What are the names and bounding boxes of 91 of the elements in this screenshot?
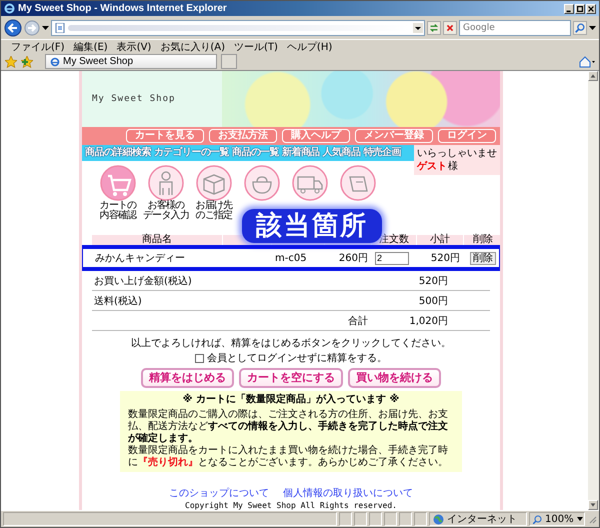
nav-button[interactable]: 購入ヘルプ xyxy=(282,129,350,143)
back-icon[interactable] xyxy=(4,18,22,36)
summary-value: 520円 xyxy=(418,274,448,288)
step-label: のご指定 xyxy=(196,211,232,221)
scroll-bar[interactable] xyxy=(588,71,599,510)
menu-item[interactable]: お気に入り(A) xyxy=(160,40,225,54)
window-title: My Sweet Shop - Windows Internet Explorer xyxy=(18,3,227,14)
dropdown-arrow-icon[interactable] xyxy=(589,26,596,30)
nav-button[interactable]: お支払方法 xyxy=(209,129,277,143)
summary-label: お買い上げ金額(税込) xyxy=(94,274,193,288)
search-icon[interactable] xyxy=(573,20,587,34)
action-button[interactable]: 精算をはじめる xyxy=(141,368,234,388)
step-label: カートの xyxy=(100,201,136,211)
instruction-text: 以上でよろしければ、精算をはじめるボタンをクリックしてください。 xyxy=(130,337,452,350)
header-cell: 小計 xyxy=(417,235,463,245)
footer-link[interactable]: このショップについて xyxy=(169,486,269,500)
summary-label: 送料(税込) xyxy=(94,294,143,308)
action-button[interactable]: カートを空にする xyxy=(239,368,343,388)
table-cell-text: みかんキャンディー xyxy=(94,252,186,265)
scroll-up-icon[interactable] xyxy=(588,71,598,81)
status-panel xyxy=(369,512,382,526)
new-tab-button[interactable] xyxy=(221,54,237,69)
step-label: データ入力 xyxy=(142,211,189,221)
browser-tab[interactable]: My Sweet Shop xyxy=(45,54,217,69)
summary-label: 合計 xyxy=(348,314,368,328)
dropdown-arrow-icon xyxy=(576,517,583,521)
menu-item[interactable]: ファイル(F) xyxy=(11,40,65,54)
globe-icon xyxy=(433,514,444,524)
menu-item[interactable]: 編集(E) xyxy=(74,40,108,54)
notice-text: 数量限定商品をカートに入れたまま買い物を続けた場合、手続き完了時に『売り切れ』となることがございます。あらかじめご了承ください。 xyxy=(128,445,449,469)
scroll-down-icon[interactable] xyxy=(588,500,598,510)
quantity-field[interactable]: 2 xyxy=(375,252,409,264)
step-label: お客様の xyxy=(148,201,184,211)
copyright-text: Copyright My Sweet Shop All Rights reserved. xyxy=(184,501,398,510)
table-cell-text: m-c05 xyxy=(274,252,308,264)
cart-icon[interactable] xyxy=(100,165,136,201)
resize-grip-icon[interactable] xyxy=(587,514,597,524)
menu-item[interactable]: 表示(V) xyxy=(116,40,152,54)
table-cell-text: 260円 xyxy=(338,252,369,265)
dropdown-arrow-icon[interactable] xyxy=(42,26,49,30)
page-icon xyxy=(50,56,60,66)
stop-icon[interactable] xyxy=(443,20,457,34)
document-icon[interactable] xyxy=(340,165,376,201)
table-cell-text: 520円 xyxy=(430,252,461,265)
checkbox-label: 会員としてログインせずに精算をする。 xyxy=(207,352,387,365)
address-field[interactable] xyxy=(51,20,425,36)
shop-logo[interactable]: My Sweet Shop xyxy=(92,94,176,104)
summary-value: 1,020円 xyxy=(408,314,448,328)
add-favorite-icon[interactable] xyxy=(21,56,33,68)
step-label: お届け先 xyxy=(196,201,232,211)
menu-item[interactable]: ヘルプ(H) xyxy=(286,40,332,54)
star-icon[interactable] xyxy=(5,56,17,68)
page-icon xyxy=(55,22,65,32)
honorific-text: 様 xyxy=(448,160,458,173)
browser-logo-icon xyxy=(4,3,15,14)
checkbox[interactable] xyxy=(195,354,204,363)
footer-link[interactable]: 個人情報の取り扱いについて xyxy=(283,486,413,500)
minimize-icon[interactable] xyxy=(564,4,574,14)
truck-icon[interactable] xyxy=(292,165,328,201)
close-icon[interactable] xyxy=(586,4,596,14)
status-panel xyxy=(354,512,367,526)
status-panel xyxy=(339,512,352,526)
zoom-icon xyxy=(533,514,542,524)
user-name: ゲスト xyxy=(417,160,447,173)
home-icon[interactable] xyxy=(579,56,595,68)
zone-text: インターネット xyxy=(447,513,517,526)
summary-value: 500円 xyxy=(418,294,448,308)
maximize-icon[interactable] xyxy=(575,4,585,14)
refresh-icon[interactable] xyxy=(427,20,441,34)
menu-item[interactable]: ツール(T) xyxy=(234,40,278,54)
tab-label: My Sweet Shop xyxy=(63,56,134,67)
status-panel xyxy=(384,512,397,526)
step-label: 内容確認 xyxy=(100,211,136,221)
status-panel xyxy=(399,512,412,526)
box-icon[interactable] xyxy=(196,165,232,201)
search-field[interactable]: Google xyxy=(459,20,571,36)
status-panel xyxy=(414,512,427,526)
nav-button[interactable]: メンバー登録 xyxy=(355,129,433,143)
nav-button[interactable]: ログイン xyxy=(438,129,496,143)
notice-text: 数量限定商品のご購入の際は、ご注文される方の住所、お届け先、お支払、配送方法などすべての情報を入力し、手続きを完了した時点で注文が確定します。 xyxy=(128,409,449,444)
action-button[interactable]: 買い物を続ける xyxy=(348,368,441,388)
person-icon[interactable] xyxy=(148,165,184,201)
purse-icon[interactable] xyxy=(244,165,280,201)
zoom-control[interactable]: 100% xyxy=(529,512,585,526)
header-cell: 商品名 xyxy=(92,235,222,245)
zoom-level: 100% xyxy=(545,514,574,524)
notice-title: ※ カートに「数量限定商品」が入っています ※ xyxy=(182,394,400,406)
header-cell: 削除 xyxy=(464,235,500,245)
greeting-text: いらっしゃいませ xyxy=(417,147,497,160)
delete-button[interactable]: 削除 xyxy=(470,252,496,264)
nav-button[interactable]: カートを見る xyxy=(126,129,204,143)
